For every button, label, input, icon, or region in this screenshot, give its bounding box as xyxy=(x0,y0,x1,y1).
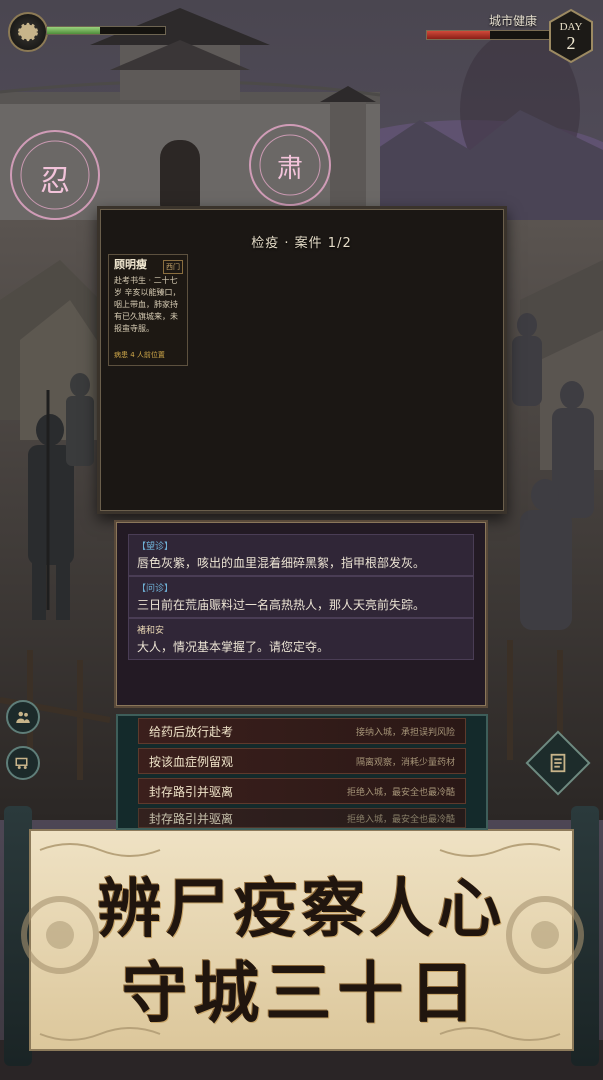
supplies-button[interactable] xyxy=(6,746,40,780)
choice-consequence: 拒绝入城，最安全也最冷酷 xyxy=(346,814,455,825)
patient-card: 顾明瘦 西门 赴考书生 · 二十七岁 辛亥以能臻口，咽上带血，肺家持有已久旗城来… xyxy=(108,254,188,366)
banner-line-2: 守城三十日 xyxy=(121,954,482,1032)
day-badge: DAY 2 xyxy=(546,8,596,64)
city-health-label: 城市健康 xyxy=(488,14,537,28)
choice-button[interactable]: 封存路引并驱离 拒绝入城，最安全也最冷酷 xyxy=(138,778,466,804)
people-icon xyxy=(16,711,30,723)
dialogue-text: 三日前在荒庙赈料过一名高热热人，那人天亮前失踪。 xyxy=(137,598,426,612)
city-seal-right: 肃 xyxy=(276,154,303,184)
city-health-fill xyxy=(427,31,491,39)
choice-consequence: 接纳入城，承担误判风险 xyxy=(355,727,455,738)
case-title: 检疫 · 案件 1/2 xyxy=(251,236,352,251)
patient-description: 赴考书生 · 二十七岁 辛亥以能臻口，咽上带血，肺家持有已久旗城来，未报蛮寺服。 xyxy=(114,276,181,333)
player-progress-bar xyxy=(46,26,166,35)
patient-tag: 西门 xyxy=(163,260,183,274)
choice-label: 封存路引并驱离 xyxy=(149,811,234,826)
day-number: 2 xyxy=(566,33,576,53)
choice-consequence: 拒绝入城，最安全也最冷酷 xyxy=(346,787,455,798)
choice-label: 给药后放行赴考 xyxy=(149,724,234,739)
dialogue-text: 唇色灰紫，咳出的血里混着细碎黑絮，指甲根部发灰。 xyxy=(137,556,426,570)
settings-gear-button[interactable] xyxy=(8,12,48,52)
patient-footer: 病患 4 人前位置 xyxy=(114,351,165,359)
dialogue-speaker: 【望诊】 xyxy=(137,542,174,552)
city-health-bar xyxy=(426,30,550,40)
dialogue-line: 【问诊】 三日前在荒庙赈料过一名高热热人，那人天亮前失踪。 xyxy=(128,576,474,618)
player-progress-fill xyxy=(47,27,101,34)
banner-line-1: 辨尸疫察人心 xyxy=(97,872,506,947)
gear-icon xyxy=(17,22,39,42)
day-label: DAY xyxy=(559,21,583,33)
dialogue-speaker: 褚和安 xyxy=(137,626,165,636)
dialogue-line: 【望诊】 唇色灰紫，咳出的血里混着细碎黑絮，指甲根部发灰。 xyxy=(128,534,474,576)
dialogue-text: 大人，情况基本掌握了。请您定夺。 xyxy=(137,640,330,654)
cart-icon xyxy=(15,757,28,769)
dialogue-speaker: 【问诊】 xyxy=(137,584,174,594)
dialogue-line: 褚和安 大人，情况基本掌握了。请您定夺。 xyxy=(128,618,474,660)
choice-label: 封存路引并驱离 xyxy=(149,784,234,799)
scroll-icon xyxy=(550,753,566,773)
choice-button[interactable]: 封存路引并驱离 拒绝入城，最安全也最冷酷 xyxy=(138,808,466,828)
characters-button[interactable] xyxy=(6,700,40,734)
choice-label: 按该血症例留观 xyxy=(149,754,234,769)
choice-button[interactable]: 按该血症例留观 隔离观察，消耗少量药材 xyxy=(138,748,466,774)
choice-button[interactable]: 给药后放行赴考 接纳入城，承担误判风险 xyxy=(138,718,466,744)
choice-consequence: 隔离观察，消耗少量药材 xyxy=(355,757,455,768)
city-seal-left: 忍 xyxy=(40,164,70,199)
